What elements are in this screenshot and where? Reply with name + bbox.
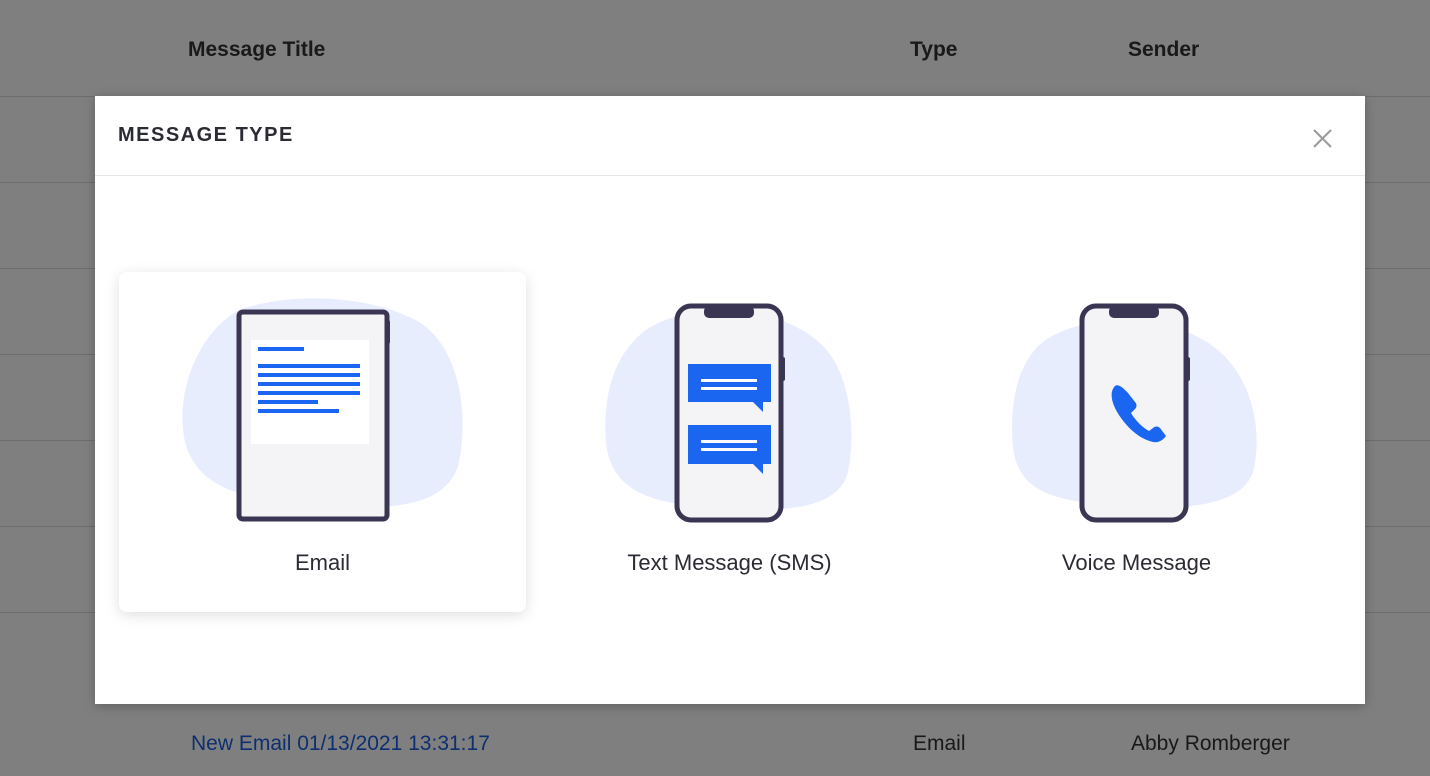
phone-chat-icon (605, 303, 852, 523)
tablet-document-icon (182, 298, 463, 522)
sms-option-card[interactable]: Text Message (SMS) (526, 272, 933, 612)
voice-option-label: Voice Message (1061, 550, 1212, 575)
close-icon (1313, 129, 1332, 148)
phone-call-icon (1012, 303, 1257, 523)
voice-option-card[interactable]: Voice Message (933, 272, 1340, 612)
modal-header: MESSAGE TYPE (95, 96, 1365, 176)
email-option-label: Email (294, 550, 350, 575)
sms-option-label: Text Message (SMS) (627, 550, 832, 575)
email-option-card[interactable]: Email (119, 272, 526, 612)
close-button[interactable] (1309, 125, 1337, 153)
message-type-modal: MESSAGE TYPE Email Text Message (SMS) Vo… (95, 96, 1365, 704)
modal-title: MESSAGE TYPE (118, 124, 294, 146)
